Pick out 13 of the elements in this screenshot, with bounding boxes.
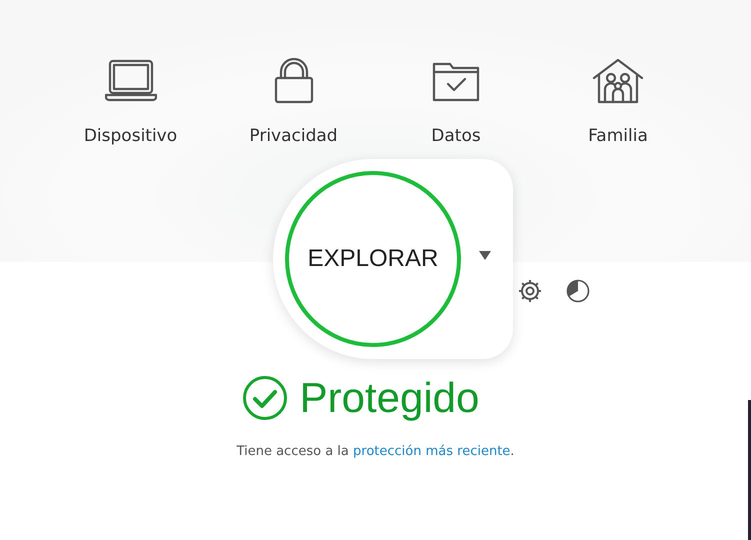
check-circle-icon xyxy=(242,375,288,421)
status-title: Protegido xyxy=(300,374,480,422)
laptop-icon xyxy=(104,58,156,104)
family-house-icon xyxy=(592,58,644,104)
category-label[interactable]: Familia xyxy=(588,126,648,146)
settings-icon[interactable] xyxy=(517,278,543,304)
status-message: Tiene acceso a la protección más reciente. xyxy=(236,444,514,459)
recent-protection-link[interactable]: protección más reciente xyxy=(353,444,510,459)
lock-icon xyxy=(274,58,314,104)
pie-icon[interactable] xyxy=(565,278,591,304)
category-label[interactable]: Datos xyxy=(431,126,481,146)
category-label[interactable]: Privacidad xyxy=(249,126,338,146)
category-label[interactable]: Dispositivo xyxy=(84,126,178,146)
